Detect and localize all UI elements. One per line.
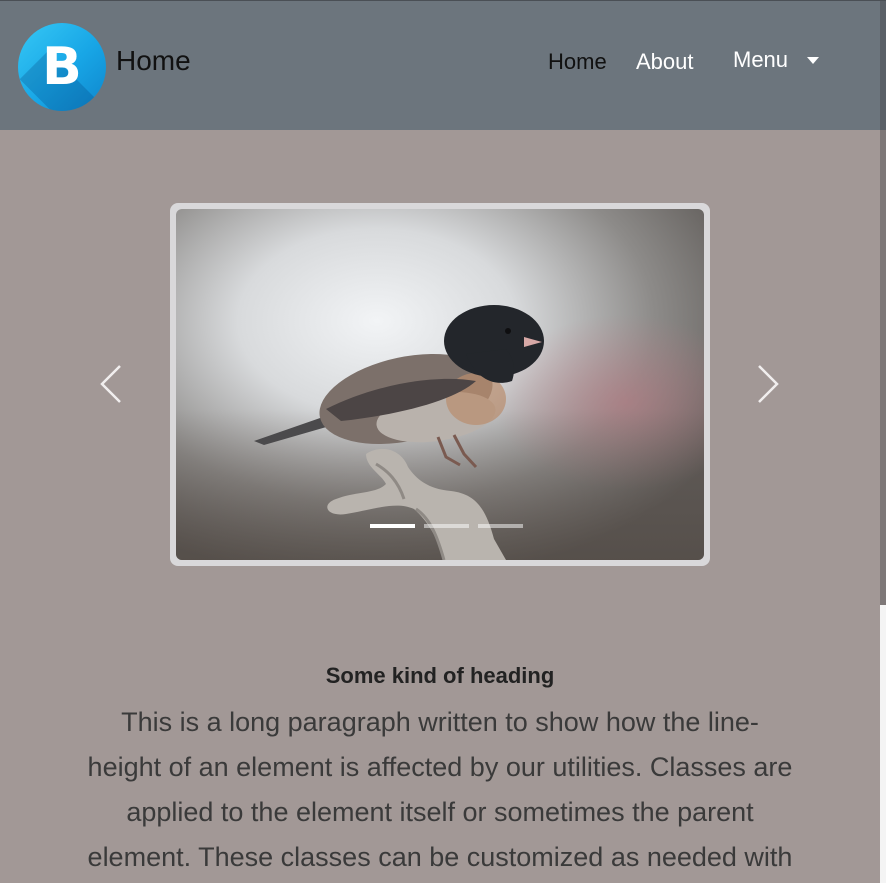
caret-down-icon[interactable]: [807, 57, 819, 64]
navbar: B Home Home About Menu: [0, 1, 880, 130]
carousel-indicator-1[interactable]: [370, 524, 415, 528]
chevron-right-icon: [758, 365, 779, 403]
nav-link-about[interactable]: About: [636, 51, 694, 73]
paragraph-line: applied to the element itself or sometim…: [126, 797, 754, 827]
nav-link-home[interactable]: Home: [548, 51, 607, 73]
carousel: [170, 203, 710, 566]
carousel-slide-image: [176, 209, 704, 560]
brand-logo[interactable]: B: [18, 23, 106, 111]
logo-letter: B: [42, 37, 82, 97]
paragraph-line: This is a long paragraph written to show…: [121, 707, 759, 737]
paragraph-line: element. These classes can be customized…: [87, 842, 793, 872]
section-heading: Some kind of heading: [325, 663, 555, 689]
carousel-indicator-3[interactable]: [478, 524, 523, 528]
navbar-scroll-edge: [880, 1, 886, 130]
scrollbar-thumb[interactable]: [880, 130, 886, 605]
lead-paragraph: This is a long paragraph written to show…: [60, 700, 820, 880]
paragraph-line: height of an element is affected by our …: [87, 752, 793, 782]
nav-dropdown-menu[interactable]: Menu: [733, 49, 788, 71]
brand-name[interactable]: Home: [116, 47, 191, 75]
carousel-indicators: [370, 524, 523, 528]
carousel-indicator-2[interactable]: [424, 524, 469, 528]
carousel-prev-button[interactable]: [96, 360, 126, 408]
carousel-next-button[interactable]: [753, 360, 783, 408]
bird-photo: [176, 209, 704, 560]
chevron-left-icon: [100, 365, 121, 403]
scrollbar-track[interactable]: [880, 605, 886, 883]
